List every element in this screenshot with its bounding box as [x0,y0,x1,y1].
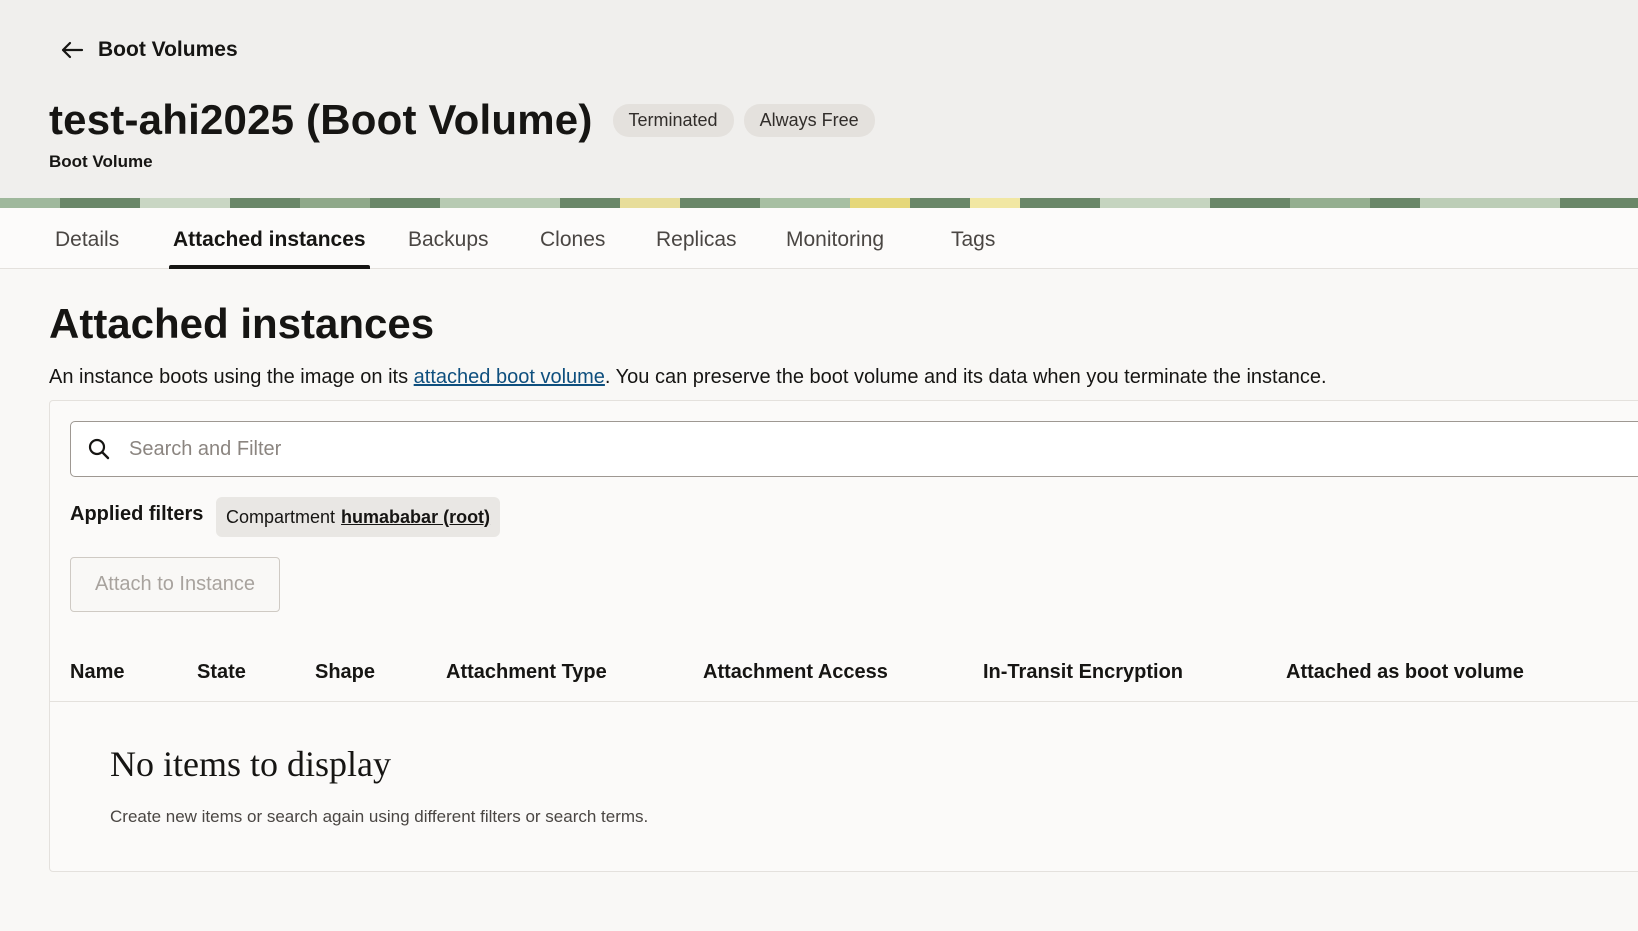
table-header: Name State Shape Attachment Type Attachm… [50,647,1638,702]
back-link-label: Boot Volumes [98,38,238,61]
section-description: An instance boots using the image on its… [49,366,1327,389]
back-link[interactable]: Boot Volumes [60,36,238,64]
tab-bar: Details Attached instances Backups Clone… [0,208,1638,269]
tier-badge: Always Free [743,103,875,137]
applied-filters-label: Applied filters [70,503,204,525]
column-header-attached-as-boot-volume[interactable]: Attached as boot volume [1286,661,1524,684]
search-input[interactable] [127,436,1531,462]
status-badge: Terminated [612,103,734,137]
column-header-attachment-type[interactable]: Attachment Type [446,661,607,684]
page-subtitle: Boot Volume [49,152,153,171]
attached-boot-volume-link[interactable]: attached boot volume [414,366,605,388]
title-row: test-ahi2025 (Boot Volume) Terminated Al… [49,96,875,144]
page-header: Boot Volumes test-ahi2025 (Boot Volume) … [0,0,1638,198]
compartment-filter-chip[interactable]: Compartment humababar (root) [216,497,501,537]
search-bar[interactable] [70,421,1638,477]
tab-details[interactable]: Details [55,208,119,268]
tab-replicas[interactable]: Replicas [656,208,737,268]
instances-panel: Applied filters Compartment humababar (r… [49,400,1638,872]
search-icon [88,438,110,460]
empty-state-title: No items to display [110,744,391,784]
tab-attached-instances[interactable]: Attached instances [169,208,370,269]
arrow-left-icon [61,41,84,59]
column-header-state[interactable]: State [197,661,246,684]
column-header-shape[interactable]: Shape [315,661,375,684]
section-title: Attached instances [49,300,435,347]
description-text-start: An instance boots using the image on its [49,366,414,388]
column-header-in-transit-encryption[interactable]: In-Transit Encryption [983,661,1183,684]
description-text-end: . You can preserve the boot volume and i… [604,366,1327,388]
column-header-name[interactable]: Name [70,661,124,684]
compartment-link[interactable]: humababar (root) [341,507,490,528]
empty-state-description: Create new items or search again using d… [110,807,649,826]
attach-to-instance-button[interactable]: Attach to Instance [70,557,280,612]
decorative-banner [0,198,1638,208]
column-header-attachment-access[interactable]: Attachment Access [703,661,888,684]
chip-prefix: Compartment [226,506,336,527]
tab-clones[interactable]: Clones [540,208,605,268]
page-title: test-ahi2025 (Boot Volume) [49,96,593,143]
tab-tags[interactable]: Tags [951,208,995,268]
tab-backups[interactable]: Backups [408,208,489,268]
tab-monitoring[interactable]: Monitoring [786,208,884,268]
